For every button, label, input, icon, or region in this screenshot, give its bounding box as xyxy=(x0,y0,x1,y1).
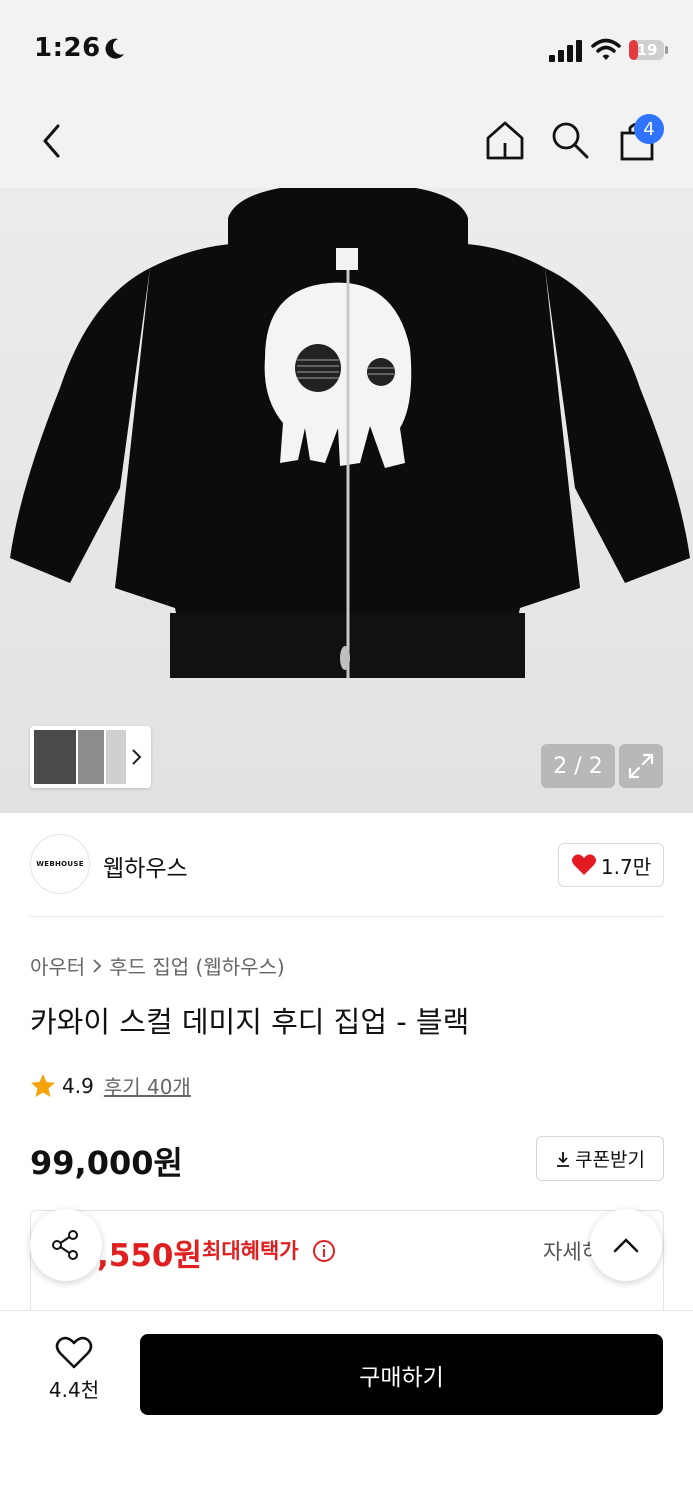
gallery-counter: 2 / 2 xyxy=(541,744,615,788)
signal-icon xyxy=(549,40,582,62)
product-price: 99,000원 xyxy=(30,1144,183,1182)
rating-score: 4.9 xyxy=(62,1073,94,1098)
brand-logo[interactable]: WEBHOUSE xyxy=(30,834,90,894)
wifi-icon xyxy=(591,38,621,60)
thumbnail-2[interactable] xyxy=(78,730,104,784)
heart-filled-icon xyxy=(571,854,596,875)
chevron-up-icon xyxy=(613,1238,639,1253)
search-button[interactable] xyxy=(547,116,593,164)
buy-button[interactable]: 구매하기 xyxy=(140,1334,663,1415)
brand-name[interactable]: 웹하우스 xyxy=(103,849,188,883)
brand-logo-text: WEBHOUSE xyxy=(36,860,84,868)
chevron-right-icon xyxy=(132,749,142,765)
benefit-label: 최대혜택가 xyxy=(202,1239,299,1263)
home-button[interactable] xyxy=(482,116,528,164)
reviews-link[interactable]: 후기 40개 xyxy=(104,1071,191,1100)
expand-button[interactable] xyxy=(619,744,663,788)
benefit-price: ,550원 xyxy=(97,1238,203,1274)
moon-icon xyxy=(105,38,124,59)
brand-like-button[interactable]: 1.7만 xyxy=(558,843,664,887)
gallery-thumbnails[interactable] xyxy=(30,726,151,788)
info-icon[interactable] xyxy=(312,1239,336,1263)
thumbnail-1[interactable] xyxy=(34,730,76,784)
expand-icon xyxy=(628,753,654,779)
heart-outline-icon xyxy=(55,1336,93,1369)
share-icon xyxy=(52,1230,78,1260)
product-title: 카와이 스컬 데미지 후디 집업 - 블랙 xyxy=(30,1005,470,1039)
product-image[interactable] xyxy=(0,188,693,813)
share-button[interactable] xyxy=(30,1209,102,1281)
coupon-label: 쿠폰받기 xyxy=(575,1149,645,1171)
star-icon xyxy=(31,1073,55,1097)
coupon-button[interactable]: 쿠폰받기 xyxy=(536,1136,664,1181)
breadcrumb-category[interactable]: 아우터 xyxy=(30,951,85,980)
scroll-top-button[interactable] xyxy=(590,1209,662,1281)
thumbnail-3[interactable] xyxy=(106,730,126,784)
download-icon xyxy=(557,1151,570,1167)
hoodie-image xyxy=(10,188,690,678)
divider xyxy=(30,916,663,917)
battery-level: 19 xyxy=(636,41,658,59)
battery-icon: 19 xyxy=(628,38,670,62)
chevron-left-icon xyxy=(43,124,60,158)
home-icon xyxy=(486,121,524,160)
wishlist-count: 4.4천 xyxy=(48,1378,100,1402)
status-time: 1:26 xyxy=(34,33,101,63)
search-icon xyxy=(552,122,589,159)
chevron-right-icon xyxy=(93,958,102,973)
brand-like-count: 1.7만 xyxy=(600,854,652,879)
cart-count-badge: 4 xyxy=(634,114,664,144)
rating-row: 4.9 후기 40개 xyxy=(30,1071,191,1100)
breadcrumb-subcategory[interactable]: 후드 집업 (웹하우스) xyxy=(109,951,285,980)
back-button[interactable] xyxy=(30,117,74,165)
wishlist-button[interactable]: 4.4천 xyxy=(40,1336,108,1412)
breadcrumb: 아우터 후드 집업 (웹하우스) xyxy=(30,951,285,980)
